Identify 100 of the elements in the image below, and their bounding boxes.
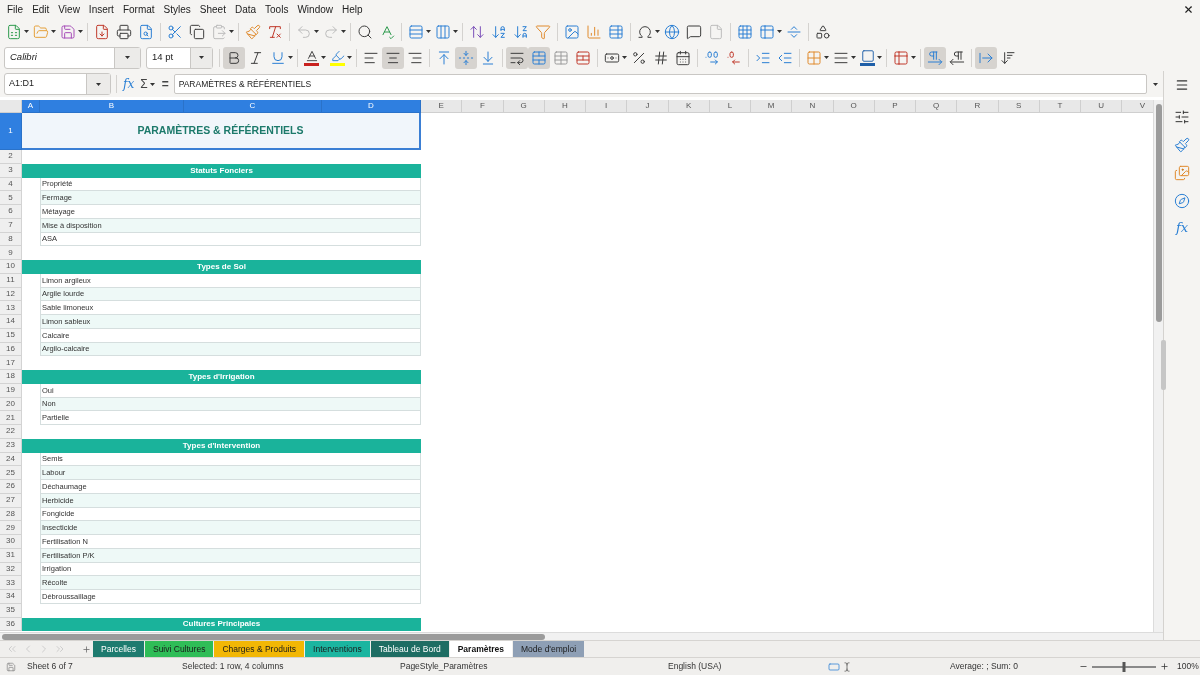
row-header[interactable]: 17 bbox=[0, 356, 22, 370]
row-header[interactable]: 5 bbox=[0, 191, 22, 205]
menu-item[interactable]: Sheet bbox=[196, 4, 229, 15]
title-cell: PARAMÈTRES & RÉFÉRENTIELS bbox=[22, 113, 421, 150]
zoom-slider-thumb[interactable] bbox=[1122, 661, 1126, 672]
merge-and-center-button[interactable] bbox=[528, 46, 550, 69]
column-header[interactable]: N bbox=[792, 100, 834, 113]
column-header[interactable]: Q bbox=[916, 100, 958, 113]
column-header[interactable]: B bbox=[40, 100, 184, 113]
scrollbar-thumb[interactable] bbox=[2, 633, 545, 640]
spreadsheet-file-icon bbox=[6, 23, 22, 40]
wrap-text-button[interactable] bbox=[506, 46, 528, 69]
row-header[interactable]: 13 bbox=[0, 301, 22, 315]
align-center-button[interactable] bbox=[382, 46, 404, 69]
sheet-tab[interactable]: Charges & Produits bbox=[214, 641, 305, 657]
styles-button[interactable] bbox=[1174, 137, 1190, 153]
zoom-in-button[interactable] bbox=[1160, 662, 1169, 671]
row-header[interactable]: 34 bbox=[0, 590, 22, 604]
scrollbar-thumb[interactable] bbox=[1155, 104, 1162, 322]
close-button[interactable] bbox=[1183, 4, 1194, 15]
formula-input-field[interactable]: PARAMÈTRES & RÉFÉRENTIELS bbox=[173, 74, 1147, 94]
arrow-down-to-line-icon bbox=[480, 49, 496, 66]
folder-icon bbox=[33, 23, 49, 40]
column-header[interactable]: O bbox=[833, 100, 875, 113]
navigator-button[interactable] bbox=[1174, 193, 1190, 209]
column-header[interactable]: J bbox=[627, 100, 669, 113]
column-header[interactable]: A bbox=[22, 100, 40, 113]
menu-item[interactable]: Data bbox=[231, 4, 260, 15]
column-header[interactable]: R bbox=[957, 100, 999, 113]
column-header[interactable]: P bbox=[874, 100, 916, 113]
row-header[interactable]: 26 bbox=[0, 480, 22, 494]
row-header[interactable]: 9 bbox=[0, 246, 22, 260]
name-box[interactable]: A1:D1 bbox=[4, 73, 111, 95]
menu-item[interactable]: Format bbox=[119, 4, 158, 15]
column-header[interactable]: G bbox=[503, 100, 545, 113]
caret-icon bbox=[911, 56, 916, 59]
spell-check-icon bbox=[379, 23, 395, 40]
row-header[interactable]: 21 bbox=[0, 411, 22, 425]
row-header[interactable]: 25 bbox=[0, 466, 22, 480]
menu-item[interactable]: Insert bbox=[85, 4, 117, 15]
row-header[interactable]: 14 bbox=[0, 315, 22, 329]
row-header[interactable]: 18 bbox=[0, 370, 22, 384]
menu-item[interactable]: File bbox=[4, 4, 27, 15]
sheet-tab[interactable]: Suivi Cultures bbox=[144, 641, 214, 657]
function-wizard-button[interactable]: fx bbox=[123, 78, 135, 90]
sheet-tab[interactable]: Interventions bbox=[305, 641, 370, 657]
column-header[interactable]: C bbox=[184, 100, 322, 113]
menu-item[interactable]: Styles bbox=[160, 4, 194, 15]
sidebar-collapse-handle[interactable] bbox=[1161, 340, 1166, 390]
formula-button[interactable]: = bbox=[161, 78, 169, 90]
column-header[interactable]: S bbox=[998, 100, 1040, 113]
sheet-tab[interactable]: Parcelles bbox=[93, 641, 144, 657]
column-header[interactable]: F bbox=[462, 100, 504, 113]
column-header[interactable]: I bbox=[586, 100, 628, 113]
font-name-combobox[interactable]: Calibri bbox=[4, 46, 141, 69]
vertical-scrollbar[interactable] bbox=[1153, 100, 1163, 632]
row-header[interactable]: 30 bbox=[0, 535, 22, 549]
sheet-tab[interactable]: Tableau de Bord bbox=[370, 641, 449, 657]
sidebar-menu-button[interactable] bbox=[1175, 77, 1189, 92]
column-header[interactable]: L bbox=[709, 100, 751, 113]
column-header[interactable]: V bbox=[1122, 100, 1153, 113]
column-header[interactable]: M bbox=[751, 100, 793, 113]
menu-item[interactable]: Edit bbox=[29, 4, 53, 15]
caret-icon bbox=[1152, 82, 1158, 86]
row-header[interactable]: 33 bbox=[0, 576, 22, 590]
caret-icon bbox=[24, 30, 29, 33]
column-header[interactable]: H bbox=[544, 100, 586, 113]
row-header[interactable]: 29 bbox=[0, 521, 22, 535]
sum-button[interactable]: Σ bbox=[140, 78, 155, 90]
column-header[interactable]: D bbox=[322, 100, 421, 113]
column-header[interactable]: E bbox=[421, 100, 463, 113]
column-header[interactable]: K bbox=[668, 100, 710, 113]
sheet-tab[interactable]: Paramètres bbox=[449, 641, 512, 657]
paintbrush-icon bbox=[245, 23, 261, 40]
menu-item[interactable]: Tools bbox=[262, 4, 292, 15]
functions-button[interactable]: fx bbox=[1175, 221, 1189, 234]
left-to-right-button[interactable] bbox=[924, 46, 946, 69]
row-header[interactable]: 22 bbox=[0, 425, 22, 439]
row-header[interactable]: 10 bbox=[0, 260, 22, 274]
language-text: English (USA) bbox=[668, 661, 722, 672]
sheet-tab[interactable]: Mode d'emploi bbox=[513, 641, 585, 657]
font-size-combobox[interactable]: 14 pt bbox=[146, 46, 213, 69]
row-header[interactable]: 2 bbox=[0, 150, 22, 164]
table-icon bbox=[553, 49, 569, 66]
column-header[interactable]: U bbox=[1081, 100, 1123, 113]
row-header[interactable]: 6 bbox=[0, 205, 22, 219]
row-header[interactable]: 1 bbox=[0, 113, 22, 150]
section-heading-cell: Statuts Fonciers bbox=[22, 163, 421, 178]
column-header[interactable]: T bbox=[1039, 100, 1081, 113]
align-middle-button[interactable] bbox=[455, 46, 477, 69]
caret-icon bbox=[341, 30, 346, 33]
bold-button[interactable] bbox=[223, 46, 245, 69]
menu-item[interactable]: Window bbox=[294, 4, 336, 15]
menu-item[interactable]: View bbox=[55, 4, 83, 15]
gallery-button[interactable] bbox=[1174, 165, 1190, 181]
properties-button[interactable] bbox=[1174, 109, 1190, 125]
sort-ascending-icon bbox=[491, 23, 507, 40]
zoom-percentage-text: 100% bbox=[1177, 660, 1199, 673]
arrow-up-to-line-icon bbox=[436, 49, 452, 66]
menu-item[interactable]: Help bbox=[339, 4, 366, 15]
